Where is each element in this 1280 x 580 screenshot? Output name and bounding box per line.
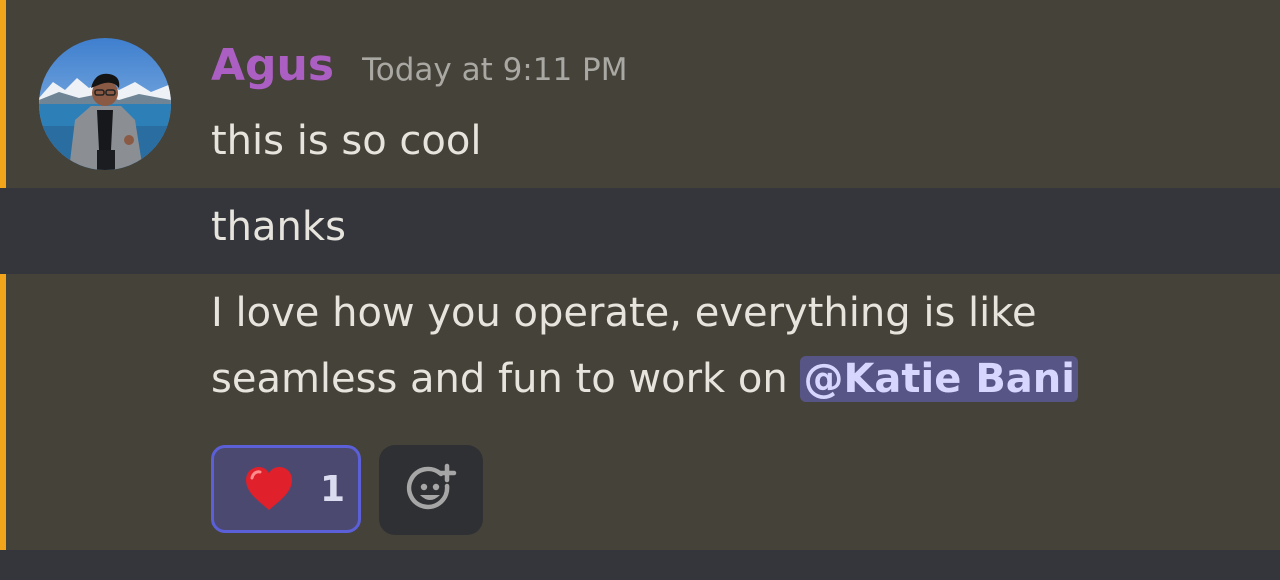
- mention-highlight-bar: [0, 274, 6, 550]
- message-group-highlighted: [0, 0, 1280, 188]
- avatar-photo: [39, 38, 171, 170]
- username[interactable]: Agus: [211, 40, 334, 91]
- heart-icon: [246, 467, 292, 510]
- chat-view: Agus Today at 9:11 PM this is so cool th…: [0, 0, 1280, 580]
- chat-divider: [0, 550, 1280, 580]
- timestamp: Today at 9:11 PM: [362, 52, 628, 88]
- message-text: I love how you operate, everything is li…: [211, 290, 1037, 336]
- avatar[interactable]: [39, 38, 171, 170]
- message-text: this is so cool: [211, 118, 482, 164]
- message-text: thanks: [211, 204, 346, 250]
- message-header: Agus Today at 9:11 PM: [211, 40, 628, 100]
- mention-highlight-bar: [0, 0, 6, 188]
- message-text-fragment: seamless and fun to work on: [211, 356, 801, 402]
- reaction-heart[interactable]: 1: [211, 445, 361, 533]
- message-row-plain: [0, 188, 1280, 274]
- add-reaction-icon: [406, 463, 457, 510]
- reaction-count: 1: [320, 468, 346, 510]
- add-reaction-button[interactable]: [379, 445, 483, 535]
- user-mention[interactable]: @Katie Bani: [800, 356, 1078, 402]
- message-text: seamless and fun to work on @Katie Bani: [211, 356, 1078, 402]
